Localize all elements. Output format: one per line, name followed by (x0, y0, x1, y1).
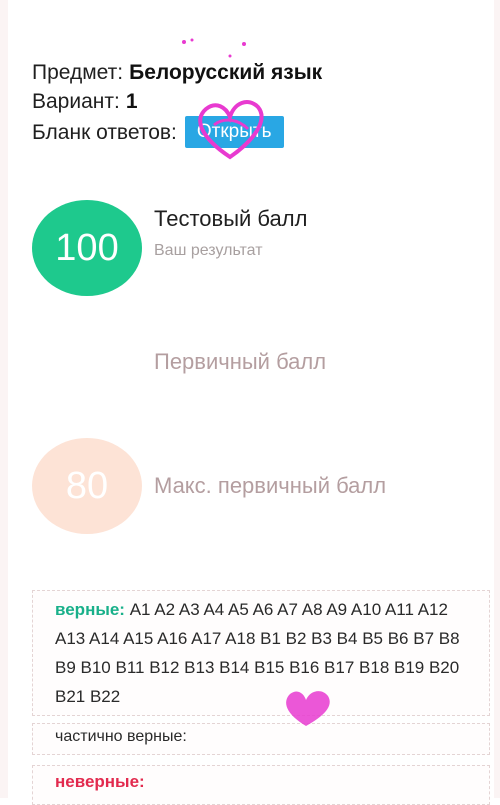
partially-correct-box: частично верные: (32, 723, 490, 755)
max-primary-score-circle: 80 (32, 438, 142, 534)
primary-score-circle (32, 314, 142, 410)
test-score-row: 100 Тестовый балл Ваш результат (32, 200, 307, 296)
test-score-subtitle: Ваш результат (154, 242, 263, 259)
wrong-label: неверные: (55, 772, 145, 791)
partial-label: частично верные: (55, 728, 187, 745)
max-primary-score-title: Макс. первичный балл (154, 473, 387, 498)
heart-doodle-icon (198, 100, 264, 160)
variant-label: Вариант: (32, 90, 120, 113)
primary-score-row: Первичный балл (32, 314, 326, 410)
test-score-title: Тестовый балл (154, 206, 308, 231)
primary-score-title: Первичный балл (154, 349, 327, 374)
test-score-circle: 100 (32, 200, 142, 296)
page-left-edge (0, 0, 8, 798)
answer-sheet-label: Бланк ответов: (32, 120, 177, 144)
wrong-answers-box: неверные: (32, 765, 490, 805)
sparkle-dots-icon (182, 38, 246, 58)
correct-answers-box: верные: A1 A2 A3 A4 A5 A6 A7 A8 A9 A10 A… (32, 590, 490, 716)
variant-row: Вариант: 1 (32, 87, 322, 116)
exam-info: Предмет: Белорусский язык Вариант: 1 Бла… (32, 58, 322, 148)
heart-scribble-icon (286, 691, 330, 726)
correct-label: верные: (55, 600, 125, 619)
variant-value: 1 (125, 90, 138, 113)
answer-sheet-row: Бланк ответов: Открыть (32, 116, 322, 148)
page-right-edge (494, 0, 500, 798)
max-primary-score-row: 80 Макс. первичный балл (32, 438, 386, 534)
subject-label: Предмет: (32, 61, 124, 84)
